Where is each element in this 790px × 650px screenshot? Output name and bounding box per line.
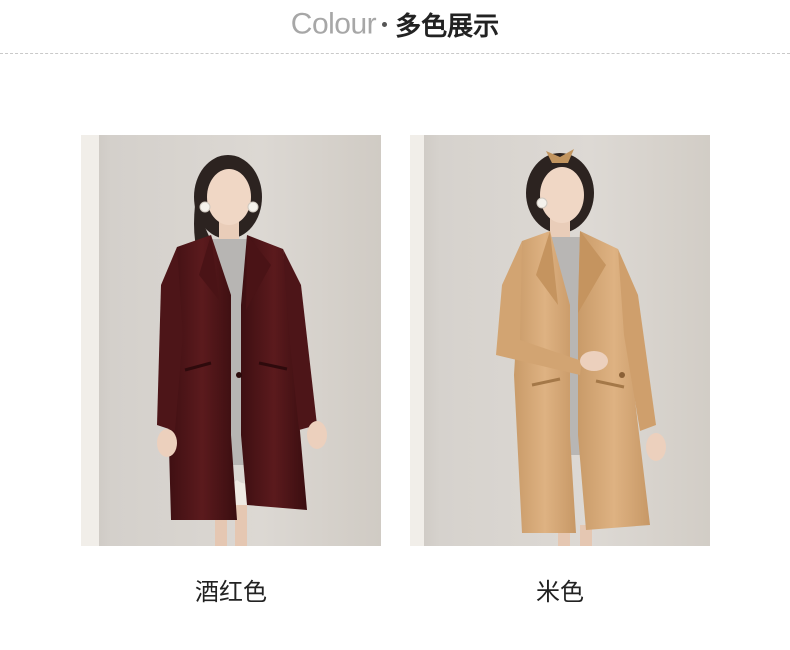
title-separator-dot [382, 22, 388, 27]
product-photo-burgundy[interactable] [81, 135, 381, 546]
section-header: Colour 多色展示 [0, 0, 790, 54]
dashed-divider [0, 53, 790, 54]
color-label-camel: 米色 [536, 578, 584, 606]
title-chinese: 多色展示 [395, 12, 500, 42]
model-in-burgundy-coat-image [81, 135, 381, 546]
product-photo-camel[interactable] [410, 135, 710, 546]
color-label-burgundy: 酒红色 [195, 578, 267, 606]
model-in-camel-coat-image [410, 135, 710, 546]
section-title: Colour 多色展示 [0, 6, 790, 43]
title-english: Colour [290, 7, 377, 41]
